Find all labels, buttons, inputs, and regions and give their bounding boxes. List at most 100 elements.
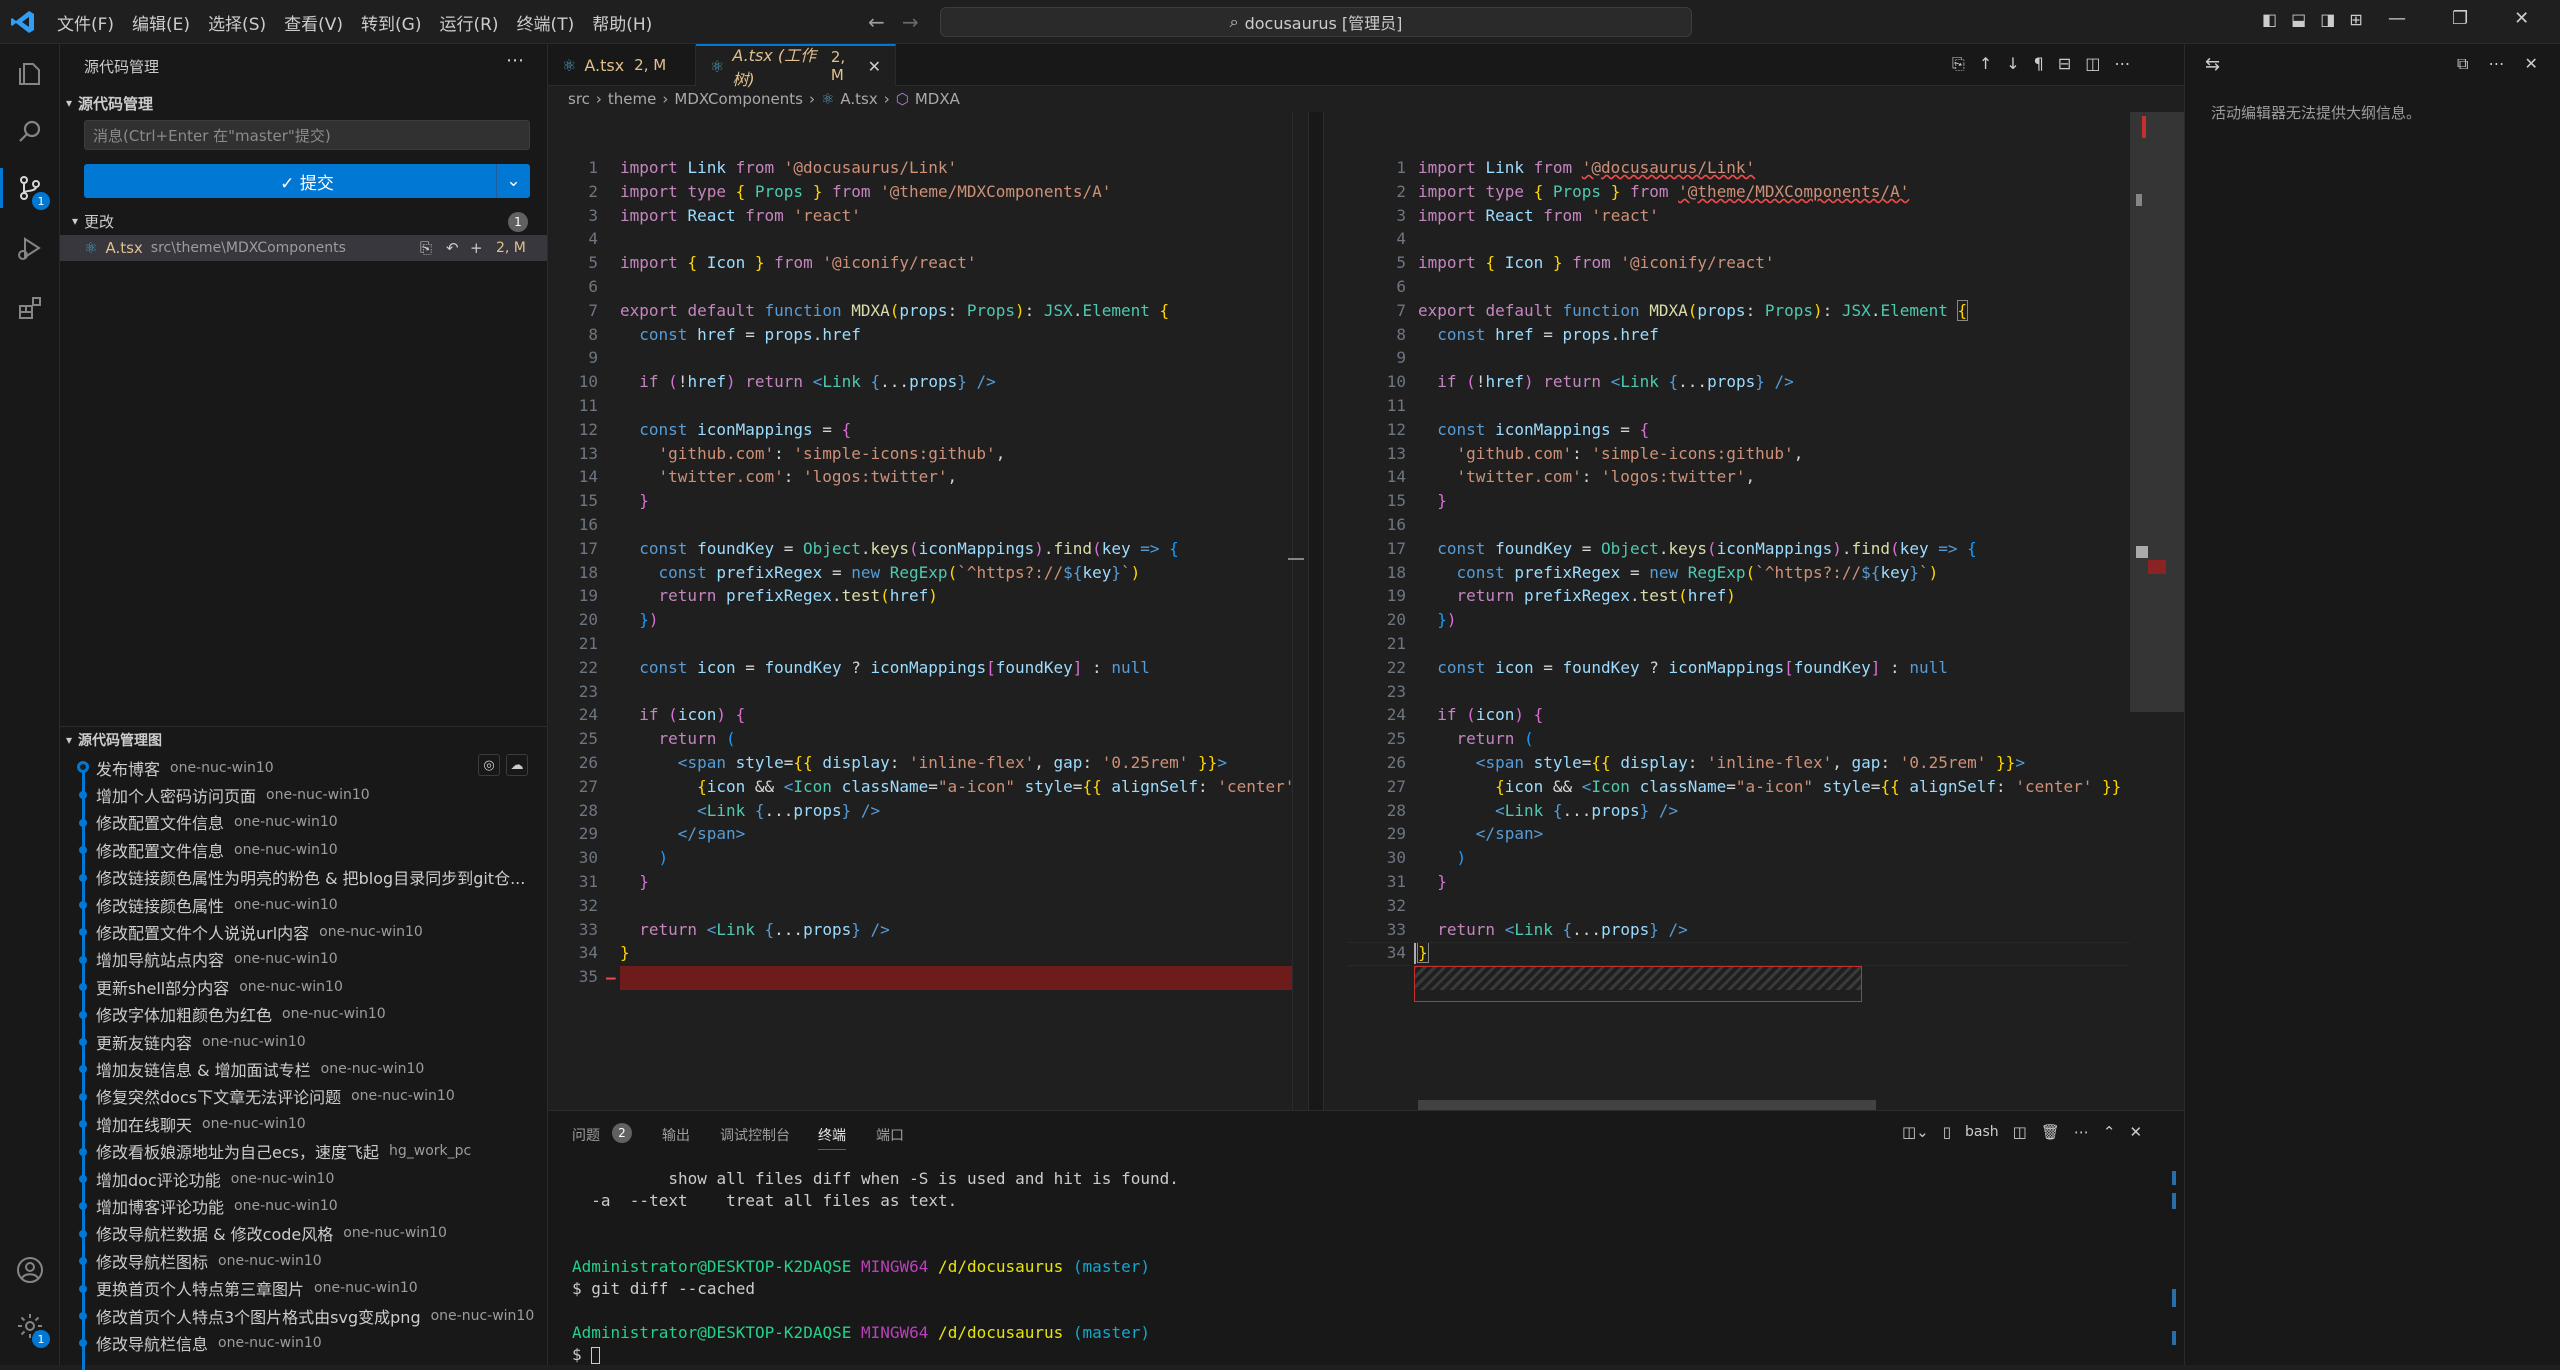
- maximize-panel-icon[interactable]: ⌃: [2103, 1123, 2116, 1141]
- diff-sash[interactable]: [1308, 112, 1324, 1110]
- horizontal-scrollbar[interactable]: [1418, 1100, 1876, 1110]
- commit-message: 增加个人密码访问页面: [96, 786, 257, 806]
- graph-section-header[interactable]: ▾ 源代码管理图: [60, 727, 548, 753]
- graph-commit-row[interactable]: 修改链接颜色属性为明亮的粉色 & 把blog目录同步到git仓...: [60, 864, 548, 891]
- graph-commit-row[interactable]: 增加doc评论功能 one-nuc-win10: [60, 1165, 548, 1192]
- outline-icon[interactable]: ⇆: [2205, 54, 2220, 75]
- breadcrumb-item[interactable]: src: [568, 90, 590, 108]
- graph-commit-row[interactable]: 发布博客 one-nuc-win10: [60, 754, 548, 781]
- menu-item[interactable]: 转到(G): [352, 10, 430, 35]
- graph-commit-row[interactable]: 增加导航站点内容 one-nuc-win10: [60, 946, 548, 973]
- more-actions-icon[interactable]: ⋯: [2488, 54, 2504, 74]
- commit-button[interactable]: ✓ 提交 ⌄: [84, 164, 530, 198]
- graph-commit-row[interactable]: 修改导航栏图标 one-nuc-win10: [60, 1247, 548, 1274]
- inline-view-icon[interactable]: ⊟: [2058, 54, 2071, 74]
- whitespace-icon[interactable]: ¶: [2034, 54, 2044, 74]
- menu-item[interactable]: 查看(V): [275, 10, 352, 35]
- graph-commit-row[interactable]: 修改配置文件信息 one-nuc-win10: [60, 836, 548, 863]
- breadcrumb-item[interactable]: MDXComponents: [674, 90, 803, 108]
- graph-commit-row[interactable]: 修改看板娘源地址为自己ecs，速度飞起 hg_work_pc: [60, 1138, 548, 1165]
- changed-file-path: src\theme\MDXComponents: [150, 240, 346, 256]
- terminal-shell-label[interactable]: bash: [1965, 1124, 1999, 1140]
- discard-changes-icon[interactable]: ↶: [446, 239, 459, 257]
- open-file-icon[interactable]: ⎘: [420, 239, 432, 257]
- toggle-panel-icon[interactable]: ⬓: [2291, 10, 2306, 29]
- next-change-icon[interactable]: ↓: [2006, 54, 2019, 74]
- run-debug-icon[interactable]: [10, 228, 50, 268]
- graph-commit-row[interactable]: 增加个人密码访问页面 one-nuc-win10: [60, 781, 548, 808]
- graph-commit-row[interactable]: 增加友链信息 & 增加面试专栏 one-nuc-win10: [60, 1055, 548, 1082]
- graph-commit-row[interactable]: 增加博客评论功能 one-nuc-win10: [60, 1192, 548, 1219]
- menu-item[interactable]: 帮助(H): [583, 10, 661, 35]
- tab-a-tsx-worktree[interactable]: ⚛ A.tsx (工作树) 2, M ✕: [696, 44, 896, 89]
- search-icon[interactable]: [10, 112, 50, 152]
- graph-commit-row[interactable]: 更新shell部分内容 one-nuc-win10: [60, 973, 548, 1000]
- back-arrow-icon[interactable]: ←: [868, 10, 885, 34]
- close-panel-icon[interactable]: ✕: [2129, 1123, 2142, 1141]
- graph-commit-row[interactable]: 修改导航栏数据 & 修改code风格 one-nuc-win10: [60, 1220, 548, 1247]
- more-actions-icon[interactable]: ⋯: [506, 50, 524, 71]
- more-actions-icon[interactable]: ⋯: [2114, 54, 2130, 74]
- tab-output[interactable]: 输出: [662, 1125, 690, 1145]
- breadcrumb-item[interactable]: MDXA: [915, 90, 960, 108]
- breadcrumb-item[interactable]: A.tsx: [840, 90, 877, 108]
- explorer-icon[interactable]: [10, 54, 50, 94]
- menu-item[interactable]: 文件(F): [48, 10, 123, 35]
- layout-icon[interactable]: ⊞: [2349, 10, 2362, 29]
- menu-item[interactable]: 终端(T): [508, 10, 584, 35]
- previous-change-icon[interactable]: ↑: [1979, 54, 1992, 74]
- tab-ports[interactable]: 端口: [876, 1125, 904, 1145]
- graph-commit-row[interactable]: 修改首页个人特点3个图片格式由svg变成png one-nuc-win10: [60, 1302, 548, 1329]
- close-window-icon[interactable]: ✕: [2514, 8, 2529, 29]
- scm-section-header[interactable]: ▾ 源代码管理: [60, 90, 548, 116]
- graph-commit-row[interactable]: 修改导航栏信息 one-nuc-win10: [60, 1329, 548, 1356]
- graph-commit-row[interactable]: 修改链接颜色属性 one-nuc-win10: [60, 891, 548, 918]
- graph-commit-row[interactable]: 修改字体加粗颜色为红色 one-nuc-win10: [60, 1001, 548, 1028]
- manage-gear-icon[interactable]: 1: [10, 1306, 50, 1348]
- changed-file-row[interactable]: ⚛ A.tsx src\theme\MDXComponents ⎘ ↶ + 2,…: [60, 235, 547, 261]
- tab-debug-console[interactable]: 调试控制台: [720, 1125, 790, 1145]
- new-window-icon[interactable]: ⧉: [2457, 54, 2468, 74]
- close-panel-icon[interactable]: ✕: [2524, 54, 2537, 74]
- left-scrollbar[interactable]: [1292, 112, 1308, 1110]
- tab-problems[interactable]: 问题: [572, 1125, 600, 1145]
- accounts-icon[interactable]: [10, 1250, 50, 1290]
- commit-message: 修改导航栏信息: [96, 1334, 209, 1354]
- minimize-icon[interactable]: —: [2388, 8, 2406, 29]
- graph-commit-row[interactable]: 修改配置文件信息 one-nuc-win10: [60, 809, 548, 836]
- terminal-scrollbar[interactable]: [2168, 1171, 2184, 1361]
- graph-commit-row[interactable]: 更新友链内容 one-nuc-win10: [60, 1028, 548, 1055]
- toggle-secondary-sidebar-icon[interactable]: ◨: [2320, 10, 2335, 29]
- commit-message: 修改字体加粗颜色为红色: [96, 1006, 273, 1026]
- more-actions-icon[interactable]: ⋯: [2074, 1123, 2089, 1141]
- tab-terminal[interactable]: 终端: [818, 1125, 846, 1150]
- command-center[interactable]: ⌕ docusaurus [管理员]: [940, 7, 1692, 37]
- tab-a-tsx[interactable]: ⚛ A.tsx 2, M: [548, 44, 696, 86]
- toggle-sidebar-icon[interactable]: ◧: [2262, 10, 2277, 29]
- graph-commit-row[interactable]: 更换首页个人特点第三章图片 one-nuc-win10: [60, 1275, 548, 1302]
- commit-author: one-nuc-win10: [282, 1006, 386, 1023]
- open-file-icon[interactable]: ⎘: [1952, 54, 1965, 74]
- split-terminal-icon[interactable]: ◫⌄: [1902, 1123, 1929, 1141]
- menu-item[interactable]: 选择(S): [199, 10, 275, 35]
- diff-modified-editor[interactable]: 1 2 3 4 5 6 7 8 9 10 11 12 13 14 15 16 1…: [1348, 112, 2184, 1110]
- stage-changes-icon[interactable]: +: [470, 239, 483, 257]
- trash-icon[interactable]: 🗑: [2041, 1123, 2060, 1141]
- graph-commit-row[interactable]: 修复突然docs下文章无法评论问题 one-nuc-win10: [60, 1083, 548, 1110]
- graph-commit-row[interactable]: 修改配置文件个人说说url内容 one-nuc-win10: [60, 918, 548, 945]
- forward-arrow-icon[interactable]: →: [902, 10, 919, 34]
- graph-commit-row[interactable]: 增加在线聊天 one-nuc-win10: [60, 1110, 548, 1137]
- extensions-icon[interactable]: [10, 288, 50, 328]
- split-icon[interactable]: ◫: [2013, 1123, 2027, 1141]
- split-editor-icon[interactable]: ◫: [2085, 54, 2100, 74]
- menu-item[interactable]: 编辑(E): [123, 10, 199, 35]
- commit-dropdown-button[interactable]: ⌄: [496, 164, 530, 198]
- restore-icon[interactable]: ❐: [2452, 8, 2468, 29]
- breadcrumb-item[interactable]: theme: [608, 90, 656, 108]
- diff-original-editor[interactable]: 1 2 3 4 5 6 7 8 9 10 11 12 13 14 15 16 1…: [548, 112, 1308, 1110]
- menu-item[interactable]: 运行(R): [430, 10, 507, 35]
- changes-group-header[interactable]: ▾ 更改 1: [60, 208, 548, 234]
- source-control-icon[interactable]: 1: [10, 168, 50, 210]
- close-tab-icon[interactable]: ✕: [868, 57, 881, 76]
- commit-message-input[interactable]: 消息(Ctrl+Enter 在"master"提交): [84, 120, 530, 150]
